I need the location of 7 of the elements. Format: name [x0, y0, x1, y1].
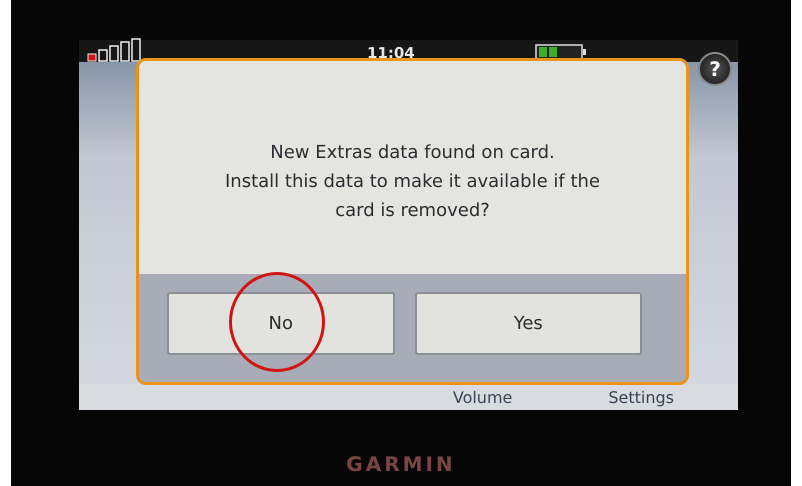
dialog-button[interactable]: No	[167, 292, 394, 355]
brand-label: GARMIN	[346, 452, 456, 476]
clock-time: 11:04	[367, 44, 415, 62]
dialog-message: New Extras data found on card. Install this data to make it available if the card is removed?	[224, 141, 600, 223]
menu-label[interactable]: Volume	[452, 388, 512, 406]
dialog-button[interactable]: Yes	[414, 292, 642, 355]
menu-label[interactable]: Settings	[608, 388, 674, 406]
